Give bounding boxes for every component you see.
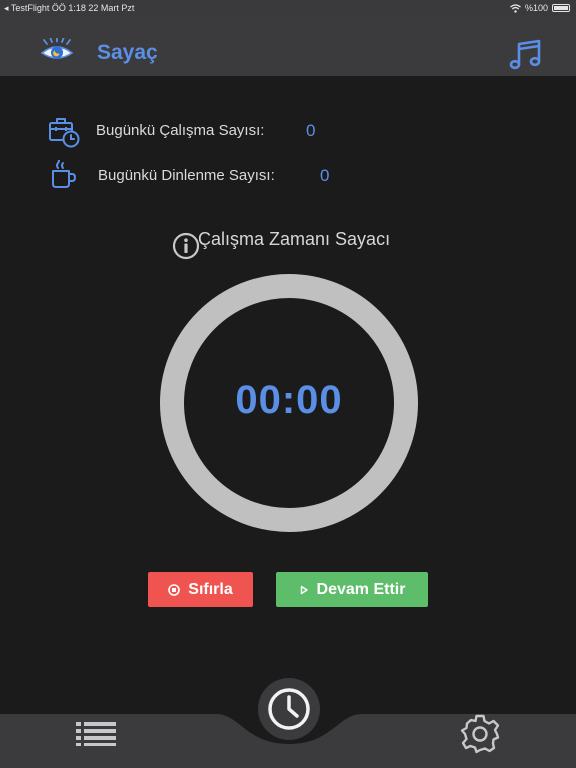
wifi-icon xyxy=(510,3,521,13)
coffee-cup-icon xyxy=(52,160,76,188)
navigation-bar xyxy=(0,16,576,76)
gear-icon[interactable] xyxy=(459,713,501,755)
resume-button[interactable]: Devam Ettir xyxy=(276,572,428,607)
timer-title: Çalışma Zamanı Sayacı xyxy=(198,229,391,249)
reset-button[interactable]: Sıfırla xyxy=(148,572,253,607)
resume-button-label: Devam Ettir xyxy=(316,580,406,598)
stop-circle-icon xyxy=(168,583,181,596)
work-count-value: 0 xyxy=(306,121,316,140)
clock-icon xyxy=(268,688,310,730)
timer-display: 00:00 xyxy=(235,378,343,422)
info-icon[interactable] xyxy=(172,232,200,260)
status-bar: ◂ TestFlight ÖÖ 1:18 22 Mart Pzt %100 xyxy=(0,0,576,16)
music-note-icon[interactable] xyxy=(508,38,542,72)
rest-count-value: 0 xyxy=(320,166,330,185)
battery-icon xyxy=(552,4,570,12)
timer-tab-button[interactable] xyxy=(258,678,320,740)
page-title: Sayaç xyxy=(97,41,158,64)
list-icon[interactable] xyxy=(76,722,118,746)
work-count-label: Bugünkü Çalışma Sayısı: xyxy=(96,122,265,139)
rest-count-label: Bugünkü Dinlenme Sayısı: xyxy=(98,167,275,184)
reset-button-label: Sıfırla xyxy=(188,580,233,598)
battery-percent: %100 xyxy=(524,3,548,13)
status-left-text: ◂ TestFlight ÖÖ 1:18 22 Mart Pzt xyxy=(4,3,135,13)
eye-icon xyxy=(40,38,74,59)
briefcase-clock-icon xyxy=(49,118,80,148)
play-icon xyxy=(300,585,308,594)
